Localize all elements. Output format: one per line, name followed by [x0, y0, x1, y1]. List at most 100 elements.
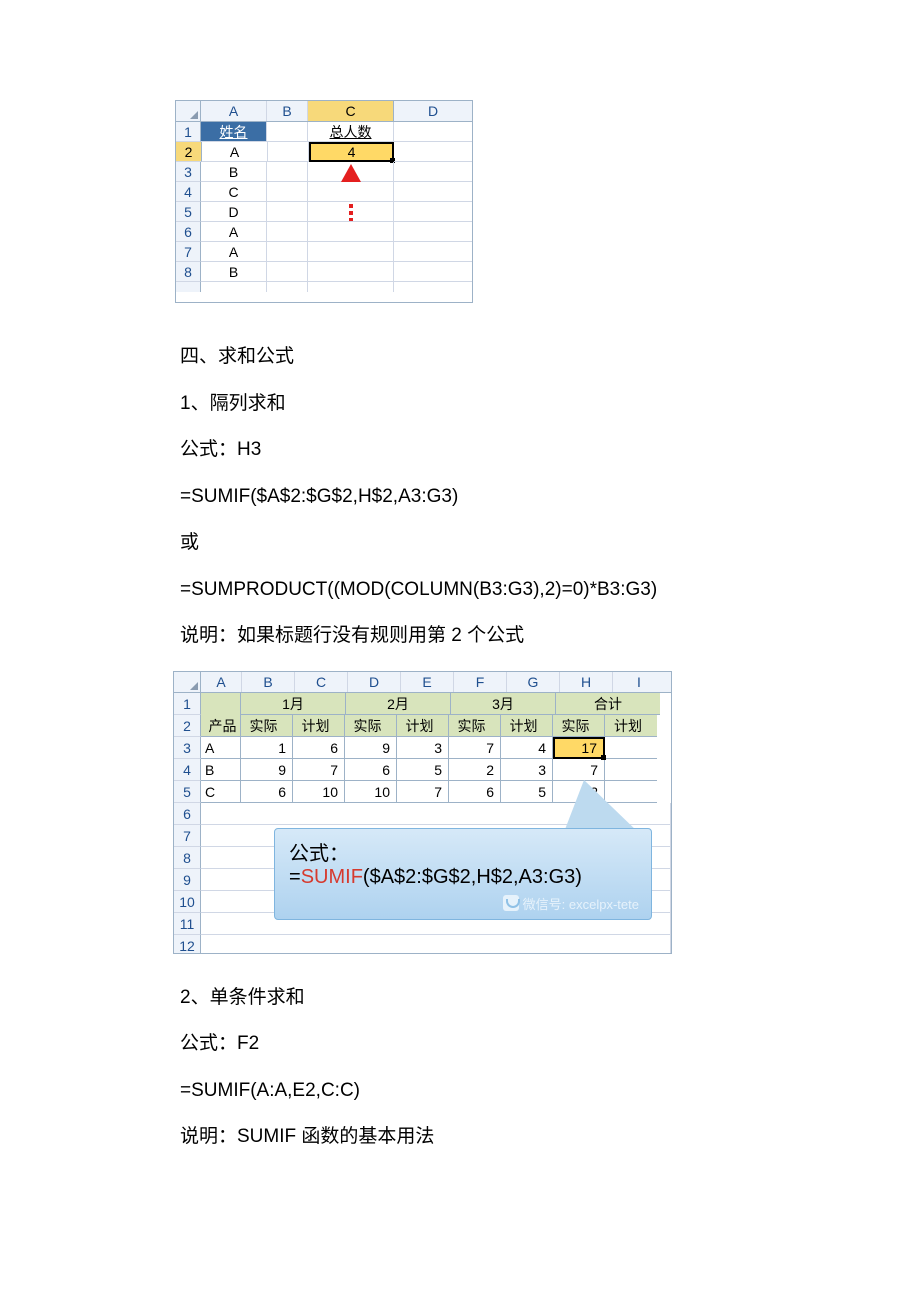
- cell: 1: [241, 737, 293, 759]
- cell: 2: [449, 759, 501, 781]
- cell-C1: 总人数: [308, 122, 394, 142]
- row-header: 1: [176, 122, 201, 142]
- row-header: 9: [174, 869, 201, 891]
- cell: 7: [397, 781, 449, 803]
- section-heading: 四、求和公式: [180, 343, 920, 372]
- row-header: 5: [174, 781, 201, 803]
- cell: 6: [345, 759, 397, 781]
- cell-D4: [394, 182, 472, 202]
- cell: 3: [501, 759, 553, 781]
- cell: 实际: [345, 715, 397, 737]
- cell-D1: [394, 122, 472, 142]
- formula-text: =SUMIF(A:A,E2,C:C): [180, 1077, 920, 1106]
- col-header: C: [295, 672, 348, 692]
- cell-B1: [267, 122, 308, 142]
- cell: 计划: [397, 715, 449, 737]
- cell: 10: [345, 781, 397, 803]
- body-text: 公式：H3: [180, 436, 920, 465]
- cell: 7: [293, 759, 345, 781]
- formula-callout: 公式： =SUMIF($A$2:$G$2,H$2,A3:G3) 微信号: exc…: [274, 828, 652, 920]
- item-heading: 1、隔列求和: [180, 390, 920, 419]
- cell: [605, 737, 657, 759]
- callout-tail-icon: [564, 780, 638, 832]
- row-header: 5: [176, 202, 201, 222]
- row-header: 10: [174, 891, 201, 913]
- cell-A8: B: [201, 262, 267, 282]
- cell: 产品: [201, 715, 241, 737]
- cell: 实际: [553, 715, 605, 737]
- cell: 计划: [605, 715, 657, 737]
- cell: [201, 693, 241, 715]
- formula-text: =SUMPRODUCT((MOD(COLUMN(B3:G3),2)=0)*B3:…: [180, 576, 920, 605]
- callout-fn: SUMIF: [301, 866, 363, 888]
- cell-C2-selected: 4: [309, 142, 394, 162]
- cell: 5: [397, 759, 449, 781]
- row-header: 4: [176, 182, 201, 202]
- item-heading: 2、单条件求和: [180, 984, 920, 1013]
- cell: 实际: [449, 715, 501, 737]
- row-header: 3: [174, 737, 201, 759]
- col-header: H: [560, 672, 613, 692]
- cell-A5: D: [201, 202, 267, 222]
- col-header-A: A: [201, 101, 267, 121]
- cell-A4: C: [201, 182, 267, 202]
- cell: A: [201, 737, 241, 759]
- cell-A7: A: [201, 242, 267, 262]
- row-header: 2: [176, 142, 202, 162]
- row-header: 6: [174, 803, 201, 825]
- callout-label: 公式：: [289, 837, 637, 866]
- row-header: 3: [176, 162, 201, 182]
- cell-B2: [268, 142, 309, 162]
- row-header: 2: [174, 715, 201, 737]
- cell: 实际: [241, 715, 293, 737]
- callout-formula: =SUMIF($A$2:$G$2,H$2,A3:G3): [289, 866, 637, 889]
- row-header: 6: [176, 222, 201, 242]
- body-text: 公式：F2: [180, 1030, 920, 1059]
- cell-H3-selected: 17: [553, 737, 605, 759]
- row-header: 7: [176, 242, 201, 262]
- col-header-B: B: [267, 101, 308, 121]
- cell-B4: [267, 182, 308, 202]
- cell: 5: [501, 781, 553, 803]
- cell: 6: [449, 781, 501, 803]
- select-all-corner: [176, 101, 201, 121]
- body-text: 说明：SUMIF 函数的基本用法: [180, 1123, 920, 1152]
- cell: [605, 759, 657, 781]
- select-all-corner: [174, 672, 201, 692]
- cell: 3月: [451, 693, 556, 715]
- cell: 计划: [293, 715, 345, 737]
- cell: 3: [397, 737, 449, 759]
- cell: 7: [553, 759, 605, 781]
- cell: 7: [449, 737, 501, 759]
- cell-D2: [394, 142, 472, 162]
- cell-C3: [308, 162, 394, 182]
- excel-screenshot-1: A B C D 1 姓名 总人数 2 A 4: [175, 100, 473, 303]
- cell: 计划: [501, 715, 553, 737]
- col-header: I: [613, 672, 665, 692]
- col-header: E: [401, 672, 454, 692]
- col-header-D: D: [394, 101, 472, 121]
- row-header: 1: [174, 693, 201, 715]
- col-header: B: [242, 672, 295, 692]
- cell: 2月: [346, 693, 451, 715]
- cell: 10: [293, 781, 345, 803]
- cell: 9: [345, 737, 397, 759]
- cell-A3: B: [201, 162, 267, 182]
- row-header: 4: [174, 759, 201, 781]
- col-header: A: [201, 672, 242, 692]
- col-header: D: [348, 672, 401, 692]
- wechat-watermark: 微信号: excelpx-tete: [503, 894, 639, 913]
- body-text: 说明：如果标题行没有规则用第 2 个公式: [180, 622, 920, 651]
- cell-D3: [394, 162, 472, 182]
- cell: 6: [293, 737, 345, 759]
- cell: 4: [501, 737, 553, 759]
- formula-text: =SUMIF($A$2:$G$2,H$2,A3:G3): [180, 483, 920, 512]
- row-header-partial: [176, 282, 201, 292]
- cell: 1月: [241, 693, 346, 715]
- col-header-C: C: [308, 101, 394, 121]
- col-header: F: [454, 672, 507, 692]
- cell-B3: [267, 162, 308, 182]
- row-header: 12: [174, 935, 201, 953]
- row-header: 7: [174, 825, 201, 847]
- cell-A1: 姓名: [201, 122, 267, 142]
